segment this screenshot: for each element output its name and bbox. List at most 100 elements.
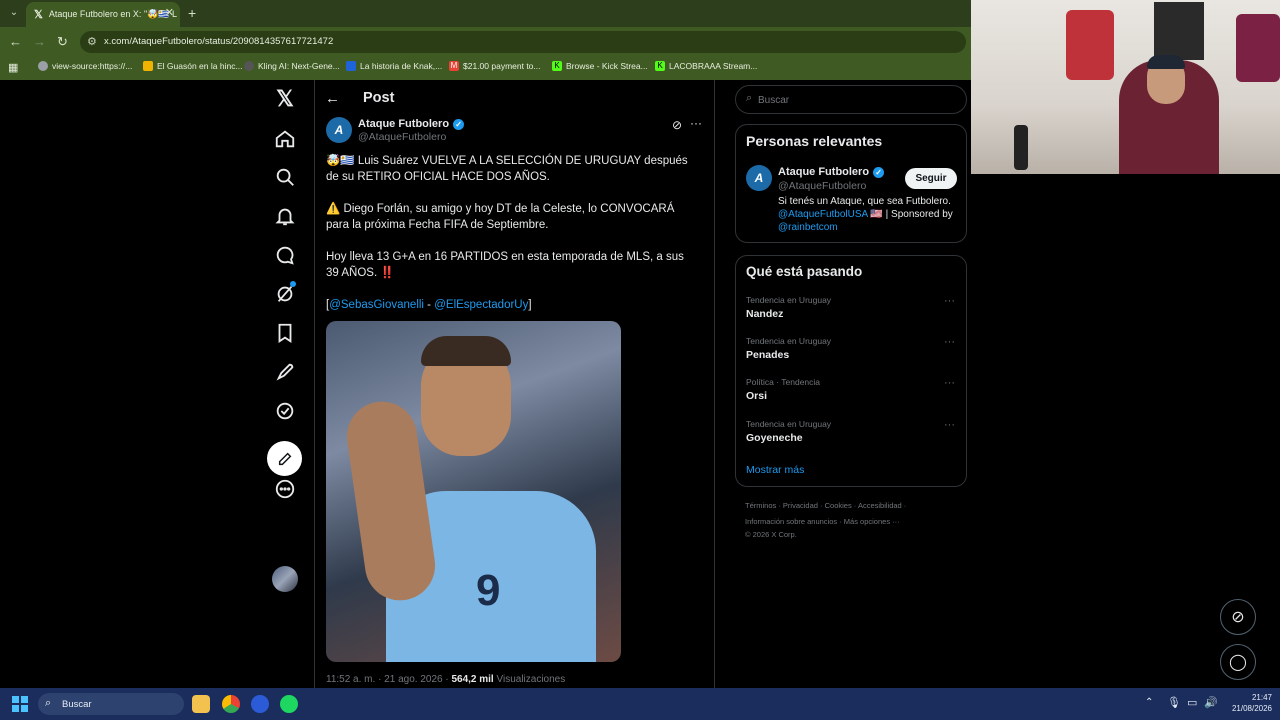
site-info-icon[interactable]: ⚙ (87, 35, 97, 48)
back-icon[interactable]: ← (9, 34, 22, 49)
reload-icon[interactable]: ↻ (57, 34, 68, 50)
bookmark-item[interactable]: view-source:https://... (38, 61, 132, 71)
post-mentions: [@SebasGiovanelli - @ElEspectadorUy] (326, 299, 532, 311)
trend-name[interactable]: Goyeneche (746, 432, 803, 444)
gmail-icon: M (449, 61, 459, 71)
back-arrow-icon[interactable]: ← (325, 90, 340, 107)
relevant-bio: Si tenés un Ataque, que sea Futbolero. @… (778, 196, 953, 233)
chrome-icon[interactable] (222, 695, 240, 713)
bookmark-item[interactable]: K LACOBRAAA Stream... (655, 61, 757, 71)
wall-jersey (1066, 10, 1114, 80)
author-avatar[interactable]: A (326, 117, 352, 143)
bookmarks-bar: ▦ view-source:https://... El Guasón en l… (0, 56, 971, 80)
tray-chevron-icon[interactable]: ⌃ (1145, 697, 1153, 708)
x-logo-icon[interactable]: 𝕏 (274, 88, 296, 110)
author-handle[interactable]: @AtaqueFutbolero (358, 131, 446, 143)
file-explorer-icon[interactable] (192, 695, 210, 713)
search-icon: ⌕ (45, 697, 52, 709)
new-tab-icon[interactable]: + (188, 5, 196, 21)
bookmark-item[interactable]: K Browse - Kick Strea... (552, 61, 648, 71)
bookmark-item[interactable]: M $21.00 payment to... (449, 61, 541, 71)
grok-icon: ⊘ (1231, 609, 1245, 626)
trend-category: Tendencia en Uruguay (746, 336, 832, 346)
trend-name[interactable]: Orsi (746, 390, 767, 402)
relevant-handle[interactable]: @AtaqueFutbolero (778, 180, 866, 192)
messages-float-button[interactable]: ◯ (1220, 644, 1256, 680)
mention-link[interactable]: @ElEspectadorUy (434, 299, 528, 311)
browser-tab[interactable]: 𝕏 Ataque Futbolero en X: "🤯🇺🇾 L ✕ (26, 2, 180, 27)
network-icon[interactable]: ▭ (1187, 696, 1197, 709)
bookmark-item[interactable]: La historia de Knak,... (346, 61, 442, 71)
streamer-cap (1147, 55, 1185, 69)
bio-link[interactable]: @AtaqueFutbolUSA (778, 209, 868, 220)
post-more-icon[interactable]: ··· (690, 116, 702, 130)
rocket-icon[interactable] (274, 361, 296, 383)
post-image[interactable]: 9 (326, 321, 621, 662)
wall-poster (1154, 2, 1204, 60)
forward-icon[interactable]: → (33, 34, 46, 49)
bookmarks-icon[interactable] (274, 322, 296, 344)
search-box[interactable]: ⌕ Buscar (735, 85, 967, 114)
taskbar-clock[interactable]: 21:47 21/08/2026 (1216, 692, 1272, 714)
account-avatar[interactable] (272, 566, 298, 592)
trend-more-icon[interactable]: ··· (944, 419, 955, 431)
bookmark-item[interactable]: El Guasón en la hinc... (143, 61, 243, 71)
page-title: Post (363, 90, 395, 106)
post-metadata: 11:52 a. m. · 21 ago. 2026 · 564,2 mil V… (326, 674, 566, 685)
card-heading: Qué está pasando (746, 264, 863, 279)
tab-close-icon[interactable]: ✕ (165, 6, 174, 19)
compose-post-button[interactable] (267, 441, 302, 476)
thermos (1014, 125, 1028, 170)
search-placeholder: Buscar (758, 95, 790, 106)
taskbar-search-placeholder: Buscar (62, 699, 92, 710)
webcam-overlay (971, 0, 1280, 174)
footer-links[interactable]: Información sobre anuncios · Más opcione… (745, 517, 900, 526)
apps-icon[interactable]: ▦ (8, 61, 18, 74)
spotify-icon[interactable] (280, 695, 298, 713)
bookmark-item[interactable]: Kling AI: Next-Gene... (244, 61, 340, 71)
post-text-paragraph: 🤯🇺🇾 Luis Suárez VUELVE A LA SELECCIÓN DE… (326, 155, 688, 183)
messages-icon[interactable] (274, 244, 296, 266)
relevant-name[interactable]: Ataque Futbolero ✓ (778, 166, 885, 178)
relevant-avatar[interactable]: A (746, 165, 772, 191)
notification-dot (290, 281, 296, 287)
grok-icon[interactable] (274, 281, 296, 305)
relevant-people-card: Personas relevantes A Ataque Futbolero ✓ … (735, 124, 967, 243)
post-text-paragraph: Hoy lleva 13 G+A en 16 PARTIDOS en esta … (326, 251, 684, 279)
verified-icon[interactable] (274, 400, 296, 422)
kick-icon: K (655, 61, 665, 71)
ea-app-icon[interactable] (251, 695, 269, 713)
follow-button[interactable]: Seguir (905, 168, 957, 189)
search-icon[interactable] (274, 166, 296, 188)
mention-link[interactable]: @SebasGiovanelli (329, 299, 424, 311)
footer-copyright: © 2026 X Corp. (745, 530, 797, 539)
verified-badge-icon: ✓ (453, 118, 465, 130)
grok-float-button[interactable]: ⊘ (1220, 599, 1256, 635)
home-icon[interactable] (274, 128, 296, 150)
more-options-icon[interactable] (274, 478, 296, 500)
search-icon: ⌕ (746, 92, 753, 104)
x-favicon-icon: 𝕏 (34, 9, 43, 21)
kling-icon (244, 61, 254, 71)
trend-more-icon[interactable]: ··· (944, 295, 955, 307)
trend-more-icon[interactable]: ··· (944, 377, 955, 389)
taskbar-search[interactable]: ⌕ Buscar (38, 693, 184, 715)
address-bar[interactable]: ⚙ x.com/AtaqueFutbolero/status/209081435… (80, 31, 966, 53)
footer-links[interactable]: Términos · Privacidad · Cookies · Accesi… (745, 501, 906, 510)
show-more-link[interactable]: Mostrar más (746, 464, 804, 476)
bio-link[interactable]: @rainbetcom (778, 222, 838, 233)
trend-more-icon[interactable]: ··· (944, 336, 955, 348)
trend-name[interactable]: Penades (746, 349, 789, 361)
trend-category: Política · Tendencia (746, 377, 821, 387)
notifications-bell-icon[interactable] (274, 205, 296, 227)
card-heading: Personas relevantes (746, 133, 883, 149)
post-text-paragraph: ⚠️ Diego Forlán, su amigo y hoy DT de la… (326, 203, 675, 231)
trend-name[interactable]: Nandez (746, 308, 783, 320)
message-bubble-icon: ◯ (1229, 654, 1247, 671)
tab-search-icon[interactable]: ⌄ (6, 5, 22, 21)
author-name[interactable]: Ataque Futbolero ✓ (358, 118, 465, 130)
microphone-icon[interactable]: 🎙 (1167, 696, 1181, 709)
grok-explain-icon[interactable]: ⊘ (672, 118, 682, 132)
windows-start-icon[interactable] (12, 696, 28, 712)
jersey-number: 9 (476, 566, 501, 615)
